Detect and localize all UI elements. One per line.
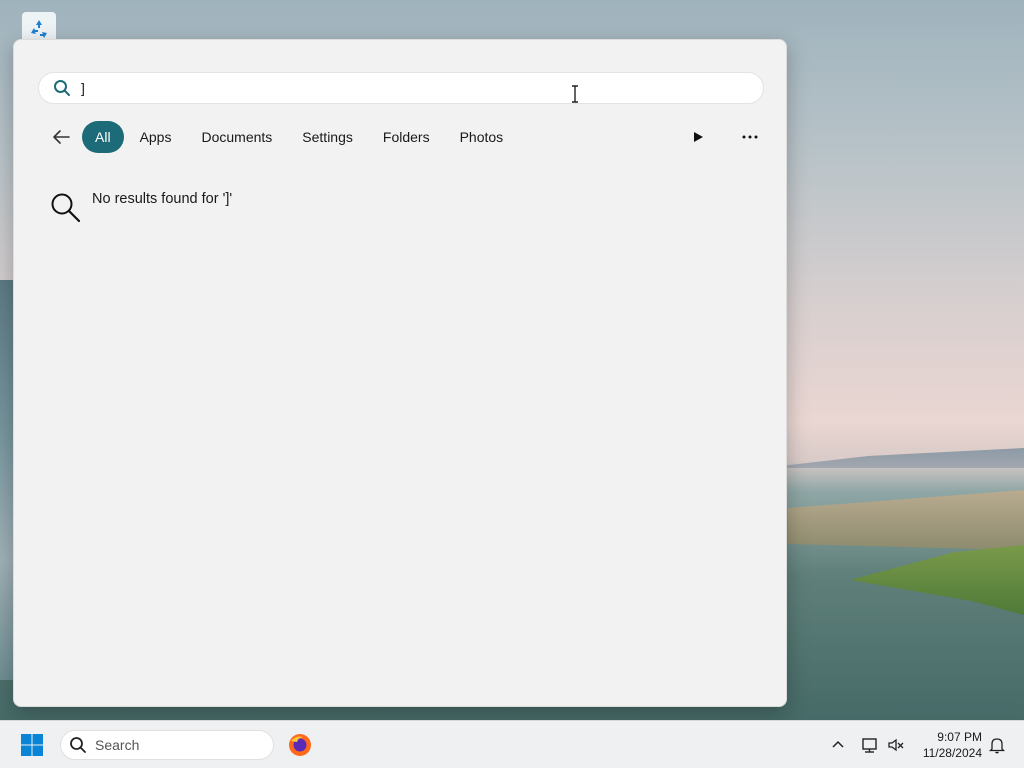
- filter-apps[interactable]: Apps: [126, 121, 186, 153]
- search-icon: [70, 737, 86, 753]
- firefox-icon: [289, 734, 311, 756]
- text-cursor-icon: [572, 85, 578, 103]
- clock-time: 9:07 PM: [937, 730, 982, 744]
- filter-all[interactable]: All: [82, 121, 124, 153]
- clock-date: 11/28/2024: [922, 746, 982, 760]
- taskbar-search[interactable]: Search: [60, 730, 274, 760]
- no-results-message: No results found for ']': [92, 191, 233, 207]
- play-button[interactable]: [682, 121, 714, 153]
- taskbar-search-placeholder: Search: [95, 737, 140, 753]
- filter-bar: All Apps Documents Settings Folders Phot…: [46, 121, 766, 153]
- volume-muted-icon[interactable]: [886, 735, 906, 755]
- more-icon: [742, 135, 758, 139]
- search-icon: [51, 193, 81, 223]
- notification-bell-icon[interactable]: [987, 735, 1007, 755]
- back-arrow-icon: [53, 130, 70, 144]
- firefox-button[interactable]: [286, 731, 314, 759]
- no-results: No results found for ']': [50, 180, 232, 224]
- network-icon[interactable]: [860, 735, 880, 755]
- wallpaper-left-strip: [0, 280, 14, 680]
- search-input[interactable]: ]: [38, 72, 764, 104]
- filter-settings[interactable]: Settings: [288, 121, 367, 153]
- windows-logo-icon: [21, 734, 43, 756]
- chevron-up-icon[interactable]: [828, 735, 848, 755]
- more-options-button[interactable]: [734, 121, 766, 153]
- wallpaper-hill: [764, 448, 1024, 468]
- search-query-text[interactable]: ]: [81, 80, 85, 96]
- play-icon: [694, 132, 703, 142]
- filter-documents[interactable]: Documents: [187, 121, 286, 153]
- filter-folders[interactable]: Folders: [369, 121, 444, 153]
- wallpaper-grass: [850, 545, 1024, 615]
- taskbar: Search 9:07 PM 11/28/2024: [0, 720, 1024, 768]
- system-clock[interactable]: 9:07 PM 11/28/2024: [912, 729, 982, 761]
- search-panel: ] All Apps Documents Settings Folders Ph…: [13, 39, 787, 707]
- wallpaper-land: [788, 490, 1024, 550]
- start-button[interactable]: [14, 729, 50, 761]
- back-button[interactable]: [46, 122, 76, 152]
- filter-photos[interactable]: Photos: [446, 121, 518, 153]
- search-icon: [54, 80, 70, 96]
